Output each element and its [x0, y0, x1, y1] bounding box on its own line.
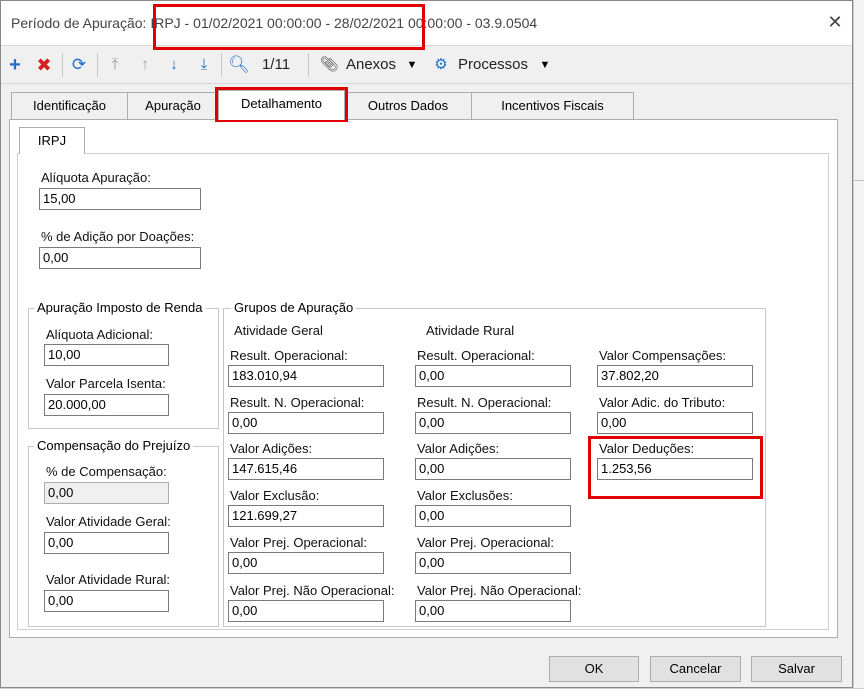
adicao-doacoes-field[interactable]: 0,00: [39, 247, 201, 269]
processos-button[interactable]: Processos: [453, 53, 533, 77]
rural-result-operacional-label: Result. Operacional:: [417, 348, 535, 363]
chevron-down-icon[interactable]: ▼: [538, 53, 552, 77]
aliquota-apuracao-label: Alíquota Apuração:: [41, 170, 151, 185]
toolbar-separator: [62, 53, 63, 77]
compensacao-title: Compensação do Prejuízo: [34, 438, 194, 453]
geral-prej-nao-operacional-label: Valor Prej. Não Operacional:: [230, 583, 395, 598]
geral-exclusao-field[interactable]: 121.699,27: [228, 505, 384, 527]
geral-result-operacional-label: Result. Operacional:: [230, 348, 348, 363]
background-window-edge: [853, 0, 864, 695]
rural-adicoes-label: Valor Adições:: [417, 441, 500, 456]
parcela-isenta-label: Valor Parcela Isenta:: [46, 376, 166, 391]
ok-button[interactable]: OK: [549, 656, 639, 682]
tab-identificacao[interactable]: Identificação: [11, 92, 128, 119]
deducoes-field[interactable]: 1.253,56: [597, 458, 753, 480]
adic-tributo-field[interactable]: 0,00: [597, 412, 753, 434]
cancel-button[interactable]: Cancelar: [650, 656, 741, 682]
tab-irpj[interactable]: IRPJ: [19, 127, 85, 154]
toolbar-separator: [221, 53, 222, 77]
adicao-doacoes-label: % de Adição por Doações:: [41, 229, 195, 244]
aliquota-adicional-label: Alíquota Adicional:: [46, 327, 153, 342]
rural-result-operacional-field[interactable]: 0,00: [415, 365, 571, 387]
anexos-button[interactable]: Anexos: [341, 53, 401, 77]
previous-record-icon[interactable]: ↑: [134, 53, 156, 77]
atividade-rural-label: Valor Atividade Rural:: [46, 572, 171, 587]
rural-result-n-operacional-field[interactable]: 0,00: [415, 412, 571, 434]
record-counter: 1/11: [261, 56, 291, 73]
refresh-icon[interactable]: ⟳: [68, 53, 90, 77]
geral-prej-operacional-field[interactable]: 0,00: [228, 552, 384, 574]
rural-adicoes-field[interactable]: 0,00: [415, 458, 571, 480]
rural-prej-operacional-label: Valor Prej. Operacional:: [417, 535, 555, 550]
save-button[interactable]: Salvar: [751, 656, 842, 682]
gear-icon[interactable]: ⚙: [431, 53, 451, 77]
tab-outros-dados[interactable]: Outros Dados: [344, 92, 472, 119]
apuracao-dialog: Período de Apuração: IRPJ - 01/02/2021 0…: [0, 0, 853, 688]
search-icon[interactable]: 🔍︎: [227, 53, 251, 77]
divider: [854, 180, 864, 181]
chevron-down-icon[interactable]: ▼: [405, 53, 419, 77]
compensacoes-field[interactable]: 37.802,20: [597, 365, 753, 387]
imposto-renda-title: Apuração Imposto de Renda: [34, 300, 206, 315]
atividade-geral-field[interactable]: 0,00: [44, 532, 169, 554]
adic-tributo-label: Valor Adic. do Tributo:: [599, 395, 726, 410]
close-icon[interactable]: ✕: [824, 11, 846, 33]
last-record-icon[interactable]: ⤓: [193, 53, 215, 77]
add-icon[interactable]: +: [5, 53, 25, 77]
aliquota-adicional-field[interactable]: 10,00: [44, 344, 169, 366]
grupos-apuracao-title: Grupos de Apuração: [231, 300, 357, 315]
geral-prej-operacional-label: Valor Prej. Operacional:: [230, 535, 368, 550]
geral-adicoes-label: Valor Adições:: [230, 441, 313, 456]
delete-icon[interactable]: ✖: [33, 53, 55, 77]
rural-prej-nao-operacional-label: Valor Prej. Não Operacional:: [417, 583, 582, 598]
next-record-icon[interactable]: ↓: [163, 53, 185, 77]
rural-exclusoes-label: Valor Exclusões:: [417, 488, 513, 503]
toolbar-separator: [308, 53, 309, 77]
rural-result-n-operacional-label: Result. N. Operacional:: [417, 395, 552, 410]
compensacoes-label: Valor Compensações:: [599, 348, 726, 363]
toolbar: + ✖ ⟳ ⤒ ↑ ↓ ⤓ 🔍︎ 1/11 📎︎ Anexos ▼ ⚙ Proc…: [1, 47, 852, 84]
parcela-isenta-field[interactable]: 20.000,00: [44, 394, 169, 416]
percentual-compensacao-field: 0,00: [44, 482, 169, 504]
toolbar-separator: [97, 53, 98, 77]
paperclip-icon[interactable]: 📎︎: [319, 53, 339, 77]
rural-prej-nao-operacional-field[interactable]: 0,00: [415, 600, 571, 622]
title-bar: Período de Apuração: IRPJ - 01/02/2021 0…: [1, 1, 852, 46]
deducoes-label: Valor Deduções:: [599, 441, 695, 456]
atividade-geral-title: Atividade Geral: [234, 323, 323, 338]
atividade-geral-label: Valor Atividade Geral:: [46, 514, 171, 529]
tab-incentivos-fiscais[interactable]: Incentivos Fiscais: [471, 92, 634, 119]
window-title: Período de Apuração: IRPJ - 01/02/2021 0…: [11, 15, 538, 31]
rural-prej-operacional-field[interactable]: 0,00: [415, 552, 571, 574]
atividade-rural-field[interactable]: 0,00: [44, 590, 169, 612]
geral-adicoes-field[interactable]: 147.615,46: [228, 458, 384, 480]
tab-detalhamento[interactable]: Detalhamento: [218, 90, 345, 120]
first-record-icon[interactable]: ⤒: [104, 53, 126, 77]
percentual-compensacao-label: % de Compensação:: [46, 464, 167, 479]
aliquota-apuracao-field[interactable]: 15,00: [39, 188, 201, 210]
geral-result-operacional-field[interactable]: 183.010,94: [228, 365, 384, 387]
atividade-rural-title: Atividade Rural: [426, 323, 515, 338]
tab-apuracao[interactable]: Apuração: [127, 92, 219, 119]
rural-exclusoes-field[interactable]: 0,00: [415, 505, 571, 527]
geral-exclusao-label: Valor Exclusão:: [230, 488, 320, 503]
geral-prej-nao-operacional-field[interactable]: 0,00: [228, 600, 384, 622]
geral-result-n-operacional-field[interactable]: 0,00: [228, 412, 384, 434]
geral-result-n-operacional-label: Result. N. Operacional:: [230, 395, 365, 410]
